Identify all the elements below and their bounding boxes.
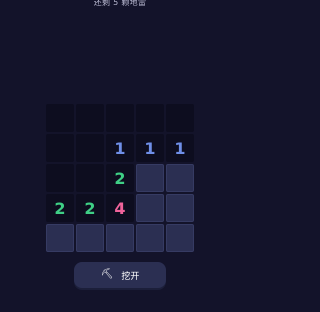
- hidden-cell[interactable]: [106, 224, 134, 252]
- revealed-cell: [46, 104, 74, 132]
- minesweeper-board: 1112224: [46, 104, 194, 252]
- revealed-cell: 4: [106, 194, 134, 222]
- revealed-cell: 1: [136, 134, 164, 162]
- revealed-cell: [166, 104, 194, 132]
- revealed-cell: [76, 164, 104, 192]
- revealed-cell: 1: [106, 134, 134, 162]
- dig-button[interactable]: ⛏ 挖开: [74, 262, 166, 288]
- revealed-cell: 2: [106, 164, 134, 192]
- hidden-cell[interactable]: [76, 224, 104, 252]
- revealed-cell: [106, 104, 134, 132]
- revealed-cell: [76, 104, 104, 132]
- mines-remaining-text: 还剩 5 颗地雷: [93, 0, 147, 7]
- pickaxe-icon: ⛏: [100, 269, 114, 280]
- hidden-cell[interactable]: [136, 164, 164, 192]
- revealed-cell: 2: [76, 194, 104, 222]
- dig-button-label: 挖开: [121, 271, 140, 282]
- hidden-cell[interactable]: [166, 224, 194, 252]
- hidden-cell[interactable]: [136, 194, 164, 222]
- revealed-cell: 1: [166, 134, 194, 162]
- revealed-cell: [136, 104, 164, 132]
- hidden-cell[interactable]: [136, 224, 164, 252]
- hidden-cell[interactable]: [46, 224, 74, 252]
- hidden-cell[interactable]: [166, 164, 194, 192]
- revealed-cell: [46, 164, 74, 192]
- revealed-cell: 2: [46, 194, 74, 222]
- revealed-cell: [76, 134, 104, 162]
- hidden-cell[interactable]: [166, 194, 194, 222]
- revealed-cell: [46, 134, 74, 162]
